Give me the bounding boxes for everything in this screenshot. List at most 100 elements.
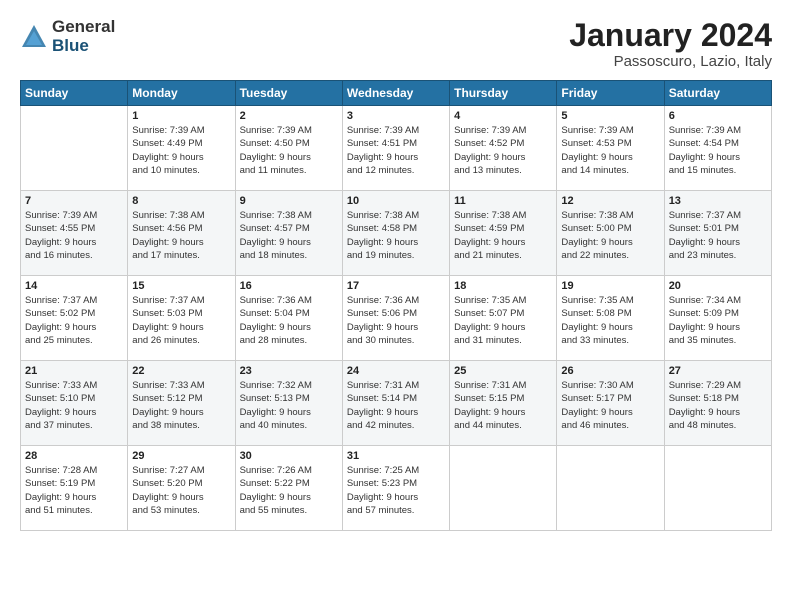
col-header-saturday: Saturday bbox=[664, 81, 771, 106]
cell-info: Sunrise: 7:25 AM Sunset: 5:23 PM Dayligh… bbox=[347, 464, 445, 517]
cell-info: Sunrise: 7:34 AM Sunset: 5:09 PM Dayligh… bbox=[669, 294, 767, 347]
col-header-wednesday: Wednesday bbox=[342, 81, 449, 106]
calendar-cell: 17Sunrise: 7:36 AM Sunset: 5:06 PM Dayli… bbox=[342, 276, 449, 361]
calendar-cell bbox=[450, 446, 557, 531]
calendar-cell: 11 Sunrise: 7:38 AM Sunset: 4:59 PM Dayli… bbox=[450, 191, 557, 276]
calendar-cell: 20 Sunrise: 7:34 AM Sunset: 5:09 PM Dayli… bbox=[664, 276, 771, 361]
cell-info: Sunrise: 7:39 AM Sunset: 4:55 PM Dayligh… bbox=[25, 209, 123, 262]
calendar-cell: 1 Sunrise: 7:39 AM Sunset: 4:49 PM Daylig… bbox=[128, 106, 235, 191]
day-number: 30 bbox=[240, 450, 338, 462]
main-title: January 2024 bbox=[569, 18, 772, 53]
calendar-cell: 16 Sunrise: 7:36 AM Sunset: 5:04 PM Dayli… bbox=[235, 276, 342, 361]
cell-info: Sunrise: 7:38 AM Sunset: 5:00 PM Dayligh… bbox=[561, 209, 659, 262]
cell-info: Sunrise: 7:37 AM Sunset: 5:03 PM Dayligh… bbox=[132, 294, 230, 347]
col-header-tuesday: Tuesday bbox=[235, 81, 342, 106]
week-row-1: 1 Sunrise: 7:39 AM Sunset: 4:49 PM Daylig… bbox=[21, 106, 772, 191]
col-header-friday: Friday bbox=[557, 81, 664, 106]
calendar-table: SundayMondayTuesdayWednesdayThursdayFrid… bbox=[20, 80, 772, 531]
calendar-cell: 4 Sunrise: 7:39 AM Sunset: 4:52 PM Daylig… bbox=[450, 106, 557, 191]
cell-info: Sunrise: 7:33 AM Sunset: 5:12 PM Dayligh… bbox=[132, 379, 230, 432]
cell-info: Sunrise: 7:35 AM Sunset: 5:08 PM Dayligh… bbox=[561, 294, 659, 347]
calendar-cell: 19Sunrise: 7:35 AM Sunset: 5:08 PM Dayli… bbox=[557, 276, 664, 361]
calendar-cell: 5 Sunrise: 7:39 AM Sunset: 4:53 PM Daylig… bbox=[557, 106, 664, 191]
calendar-cell: 26Sunrise: 7:30 AM Sunset: 5:17 PM Dayli… bbox=[557, 361, 664, 446]
header-row: SundayMondayTuesdayWednesdayThursdayFrid… bbox=[21, 81, 772, 106]
calendar-cell: 14 Sunrise: 7:37 AM Sunset: 5:02 PM Dayli… bbox=[21, 276, 128, 361]
title-block: January 2024 Passoscuro, Lazio, Italy bbox=[569, 18, 772, 70]
calendar-cell: 31 Sunrise: 7:25 AM Sunset: 5:23 PM Dayli… bbox=[342, 446, 449, 531]
page: General Blue January 2024 Passoscuro, La… bbox=[0, 0, 792, 612]
cell-info: Sunrise: 7:35 AM Sunset: 5:07 PM Dayligh… bbox=[454, 294, 552, 347]
day-number: 13 bbox=[669, 195, 767, 207]
cell-info: Sunrise: 7:29 AM Sunset: 5:18 PM Dayligh… bbox=[669, 379, 767, 432]
cell-info: Sunrise: 7:37 AM Sunset: 5:01 PM Dayligh… bbox=[669, 209, 767, 262]
calendar-cell: 18 Sunrise: 7:35 AM Sunset: 5:07 PM Dayli… bbox=[450, 276, 557, 361]
subtitle: Passoscuro, Lazio, Italy bbox=[569, 53, 772, 70]
calendar-cell: 8 Sunrise: 7:38 AM Sunset: 4:56 PM Daylig… bbox=[128, 191, 235, 276]
cell-info: Sunrise: 7:28 AM Sunset: 5:19 PM Dayligh… bbox=[25, 464, 123, 517]
cell-info: Sunrise: 7:31 AM Sunset: 5:14 PM Dayligh… bbox=[347, 379, 445, 432]
calendar-cell: 27Sunrise: 7:29 AM Sunset: 5:18 PM Dayli… bbox=[664, 361, 771, 446]
calendar-cell: 23 Sunrise: 7:32 AM Sunset: 5:13 PM Dayli… bbox=[235, 361, 342, 446]
day-number: 14 bbox=[25, 280, 123, 292]
cell-info: Sunrise: 7:31 AM Sunset: 5:15 PM Dayligh… bbox=[454, 379, 552, 432]
cell-info: Sunrise: 7:32 AM Sunset: 5:13 PM Dayligh… bbox=[240, 379, 338, 432]
col-header-sunday: Sunday bbox=[21, 81, 128, 106]
logo-text: General Blue bbox=[52, 18, 115, 55]
day-number: 24 bbox=[347, 365, 445, 377]
calendar-cell: 9Sunrise: 7:38 AM Sunset: 4:57 PM Daylig… bbox=[235, 191, 342, 276]
calendar-cell: 24 Sunrise: 7:31 AM Sunset: 5:14 PM Dayli… bbox=[342, 361, 449, 446]
week-row-4: 21 Sunrise: 7:33 AM Sunset: 5:10 PM Dayli… bbox=[21, 361, 772, 446]
day-number: 17 bbox=[347, 280, 445, 292]
calendar-cell: 13 Sunrise: 7:37 AM Sunset: 5:01 PM Dayli… bbox=[664, 191, 771, 276]
day-number: 25 bbox=[454, 365, 552, 377]
cell-info: Sunrise: 7:36 AM Sunset: 5:04 PM Dayligh… bbox=[240, 294, 338, 347]
day-number: 2 bbox=[240, 110, 338, 122]
cell-info: Sunrise: 7:39 AM Sunset: 4:51 PM Dayligh… bbox=[347, 124, 445, 177]
day-number: 29 bbox=[132, 450, 230, 462]
day-number: 18 bbox=[454, 280, 552, 292]
cell-info: Sunrise: 7:37 AM Sunset: 5:02 PM Dayligh… bbox=[25, 294, 123, 347]
day-number: 8 bbox=[132, 195, 230, 207]
header: General Blue January 2024 Passoscuro, La… bbox=[20, 18, 772, 70]
cell-info: Sunrise: 7:38 AM Sunset: 4:56 PM Dayligh… bbox=[132, 209, 230, 262]
day-number: 23 bbox=[240, 365, 338, 377]
col-header-thursday: Thursday bbox=[450, 81, 557, 106]
day-number: 10 bbox=[347, 195, 445, 207]
calendar-cell: 3 Sunrise: 7:39 AM Sunset: 4:51 PM Daylig… bbox=[342, 106, 449, 191]
day-number: 21 bbox=[25, 365, 123, 377]
day-number: 11 bbox=[454, 195, 552, 207]
day-number: 3 bbox=[347, 110, 445, 122]
col-header-monday: Monday bbox=[128, 81, 235, 106]
calendar-cell bbox=[557, 446, 664, 531]
day-number: 31 bbox=[347, 450, 445, 462]
cell-info: Sunrise: 7:38 AM Sunset: 4:57 PM Dayligh… bbox=[240, 209, 338, 262]
day-number: 16 bbox=[240, 280, 338, 292]
calendar-cell: 7 Sunrise: 7:39 AM Sunset: 4:55 PM Daylig… bbox=[21, 191, 128, 276]
day-number: 1 bbox=[132, 110, 230, 122]
calendar-cell bbox=[664, 446, 771, 531]
cell-info: Sunrise: 7:39 AM Sunset: 4:53 PM Dayligh… bbox=[561, 124, 659, 177]
day-number: 20 bbox=[669, 280, 767, 292]
cell-info: Sunrise: 7:39 AM Sunset: 4:52 PM Dayligh… bbox=[454, 124, 552, 177]
cell-info: Sunrise: 7:38 AM Sunset: 4:59 PM Dayligh… bbox=[454, 209, 552, 262]
logo: General Blue bbox=[20, 18, 115, 55]
day-number: 7 bbox=[25, 195, 123, 207]
day-number: 4 bbox=[454, 110, 552, 122]
cell-info: Sunrise: 7:39 AM Sunset: 4:54 PM Dayligh… bbox=[669, 124, 767, 177]
calendar-cell: 15 Sunrise: 7:37 AM Sunset: 5:03 PM Dayli… bbox=[128, 276, 235, 361]
day-number: 15 bbox=[132, 280, 230, 292]
calendar-cell: 29Sunrise: 7:27 AM Sunset: 5:20 PM Dayli… bbox=[128, 446, 235, 531]
calendar-cell: 12 Sunrise: 7:38 AM Sunset: 5:00 PM Dayli… bbox=[557, 191, 664, 276]
day-number: 6 bbox=[669, 110, 767, 122]
week-row-2: 7 Sunrise: 7:39 AM Sunset: 4:55 PM Daylig… bbox=[21, 191, 772, 276]
cell-info: Sunrise: 7:33 AM Sunset: 5:10 PM Dayligh… bbox=[25, 379, 123, 432]
day-number: 12 bbox=[561, 195, 659, 207]
calendar-cell: 6 Sunrise: 7:39 AM Sunset: 4:54 PM Daylig… bbox=[664, 106, 771, 191]
week-row-5: 28Sunrise: 7:28 AM Sunset: 5:19 PM Dayli… bbox=[21, 446, 772, 531]
day-number: 22 bbox=[132, 365, 230, 377]
day-number: 5 bbox=[561, 110, 659, 122]
calendar-cell: 21 Sunrise: 7:33 AM Sunset: 5:10 PM Dayli… bbox=[21, 361, 128, 446]
calendar-cell bbox=[21, 106, 128, 191]
cell-info: Sunrise: 7:39 AM Sunset: 4:49 PM Dayligh… bbox=[132, 124, 230, 177]
